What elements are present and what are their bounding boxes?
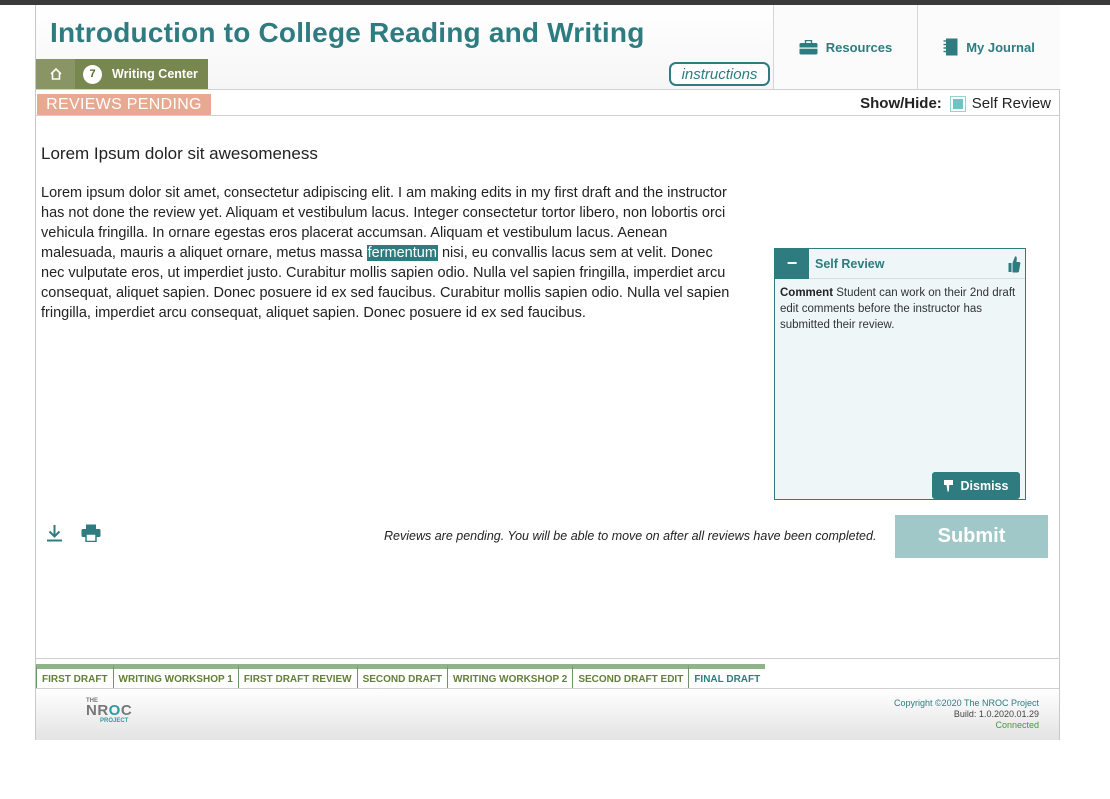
- self-review-toggle-label[interactable]: Self Review: [972, 95, 1051, 112]
- step-final-draft[interactable]: FINAL DRAFT: [688, 664, 766, 688]
- show-hide-label: Show/Hide:: [860, 95, 942, 112]
- breadcrumb: 7 Writing Center: [36, 59, 208, 89]
- comment-label: Comment: [780, 287, 834, 299]
- footer: THE NROC PROJECT Copyright ©2020 The NRO…: [36, 688, 1059, 740]
- my-journal-label: My Journal: [966, 39, 1035, 55]
- step-writing-workshop-1[interactable]: WRITING WORKSHOP 1: [112, 664, 238, 688]
- resources-button[interactable]: Resources: [773, 5, 917, 89]
- briefcase-icon: [799, 39, 818, 55]
- review-card-header: − Self Review: [775, 248, 1025, 279]
- submit-button[interactable]: Submit: [895, 515, 1048, 558]
- header: Introduction to College Reading and Writ…: [36, 5, 773, 89]
- home-button[interactable]: [36, 59, 75, 89]
- copyright-info: Copyright ©2020 The NROC Project Build: …: [894, 698, 1039, 731]
- step-second-draft[interactable]: SECOND DRAFT: [356, 664, 448, 688]
- reviews-pending-badge: REVIEWS PENDING: [37, 94, 211, 115]
- document-body: Lorem ipsum dolor sit amet, consectetur …: [41, 183, 731, 323]
- step-second-draft-edit[interactable]: SECOND DRAFT EDIT: [572, 664, 689, 688]
- my-journal-button[interactable]: My Journal: [917, 5, 1060, 89]
- document-title: Lorem Ipsum dolor sit awesomeness: [41, 144, 318, 163]
- app-frame: Introduction to College Reading and Writ…: [35, 5, 1060, 740]
- pending-message: Reviews are pending. You will be able to…: [384, 529, 877, 543]
- header-divider: [36, 89, 1059, 90]
- review-card-title: Self Review: [815, 256, 885, 271]
- review-comment: Comment Student can work on their 2nd dr…: [775, 279, 1025, 339]
- step-writing-workshop-2[interactable]: WRITING WORKSHOP 2: [447, 664, 573, 688]
- resources-label: Resources: [825, 39, 893, 55]
- dismiss-label: Dismiss: [960, 478, 1009, 493]
- collapse-review-button[interactable]: −: [775, 248, 809, 279]
- draft-steps-nav: FIRST DRAFT WRITING WORKSHOP 1 FIRST DRA…: [36, 664, 766, 688]
- thumbs-up-icon[interactable]: [1008, 255, 1021, 273]
- breadcrumb-writing-center[interactable]: 7 Writing Center: [75, 59, 208, 89]
- thumbs-down-icon: [943, 479, 953, 492]
- build-version: Build: 1.0.2020.01.29: [953, 709, 1039, 719]
- breadcrumb-label: Writing Center: [112, 67, 198, 81]
- download-icon[interactable]: [46, 524, 63, 542]
- instructions-button[interactable]: instructions: [669, 62, 770, 86]
- self-review-checkbox[interactable]: [949, 95, 966, 112]
- self-review-card: − Self Review Comment Student can work o…: [774, 248, 1026, 500]
- step-first-draft[interactable]: FIRST DRAFT: [36, 664, 113, 688]
- home-icon: [49, 67, 63, 81]
- status-divider: [36, 115, 1059, 116]
- notebook-icon: [943, 38, 958, 56]
- page-title: Introduction to College Reading and Writ…: [50, 17, 645, 48]
- logo-main-text: NROC: [86, 702, 133, 719]
- highlighted-comment-anchor[interactable]: fermentum: [366, 245, 438, 261]
- content-bottom-divider: [36, 658, 1059, 659]
- nroc-logo: THE NROC PROJECT: [86, 698, 146, 728]
- print-icon[interactable]: [81, 524, 101, 542]
- copyright-text: Copyright ©2020 The NROC Project: [893, 698, 1039, 708]
- show-hide-controls: Show/Hide: Self Review: [860, 95, 1051, 112]
- dismiss-button[interactable]: Dismiss: [932, 472, 1020, 499]
- connection-status: Connected: [995, 720, 1039, 730]
- step-first-draft-review[interactable]: FIRST DRAFT REVIEW: [237, 664, 357, 688]
- step-number-badge: 7: [83, 64, 102, 84]
